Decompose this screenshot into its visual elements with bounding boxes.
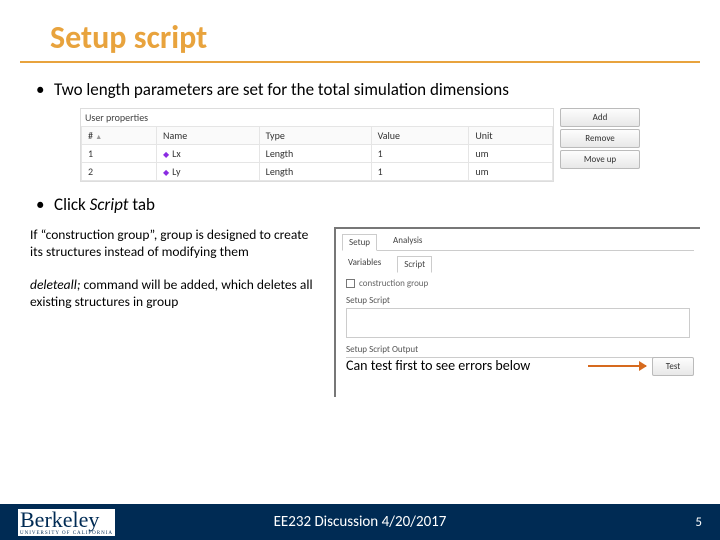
add-button[interactable]: Add	[560, 108, 640, 127]
col-num[interactable]: # ▲	[82, 126, 157, 144]
construction-group-label: construction group	[359, 278, 428, 289]
cell-type: Length	[259, 144, 371, 162]
cell-num: 1	[82, 144, 157, 162]
cell-unit: um	[469, 162, 553, 180]
col-value[interactable]: Value	[371, 126, 469, 144]
berkeley-logo: Berkeley UNIVERSITY OF CALIFORNIA	[18, 509, 115, 536]
tab-script[interactable]: Script	[397, 256, 432, 273]
move-up-button[interactable]: Move up	[560, 150, 640, 169]
cell-type: Length	[259, 162, 371, 180]
tab-variables[interactable]: Variables	[342, 255, 387, 272]
col-type[interactable]: Type	[259, 126, 371, 144]
user-properties-panel: User properties # ▲ Name Type Value Unit…	[80, 108, 640, 182]
arrow-icon	[588, 365, 646, 367]
user-properties-caption: User properties	[81, 109, 553, 126]
table-row[interactable]: 2 ◆Ly Length 1 um	[82, 162, 553, 180]
tab-setup[interactable]: Setup	[342, 234, 377, 251]
setup-script-output-label: Setup Script Output	[346, 344, 690, 355]
setup-script-label: Setup Script	[346, 295, 690, 306]
user-properties-table: # ▲ Name Type Value Unit 1 ◆Lx Length 1 …	[81, 126, 553, 181]
cell-value: 1	[371, 162, 469, 180]
cell-name: ◆Ly	[156, 162, 259, 180]
construction-group-checkbox[interactable]	[346, 279, 355, 288]
test-button[interactable]: Test	[652, 357, 694, 376]
note-deleteall: deleteall; command will be added, which …	[30, 277, 320, 311]
test-annotation: Can test first to see errors below	[346, 357, 586, 374]
cell-num: 2	[82, 162, 157, 180]
page-number: 5	[695, 515, 702, 530]
col-unit[interactable]: Unit	[469, 126, 553, 144]
setup-script-textarea[interactable]	[346, 308, 690, 338]
note-construction-group: If “construction group”, group is design…	[30, 227, 320, 261]
tab-analysis[interactable]: Analysis	[387, 233, 428, 250]
bullet-2: Click Script tab	[54, 194, 690, 217]
cell-unit: um	[469, 144, 553, 162]
footer-text: EE232 Discussion 4/20/2017	[274, 513, 447, 531]
col-name[interactable]: Name	[156, 126, 259, 144]
script-panel: Setup Analysis Variables Script construc…	[334, 227, 700, 397]
table-row[interactable]: 1 ◆Lx Length 1 um	[82, 144, 553, 162]
bullet-1: Two length parameters are set for the to…	[54, 79, 690, 102]
cell-name: ◆Lx	[156, 144, 259, 162]
cell-value: 1	[371, 144, 469, 162]
slide-title: Setup script	[20, 0, 700, 63]
remove-button[interactable]: Remove	[560, 129, 640, 148]
